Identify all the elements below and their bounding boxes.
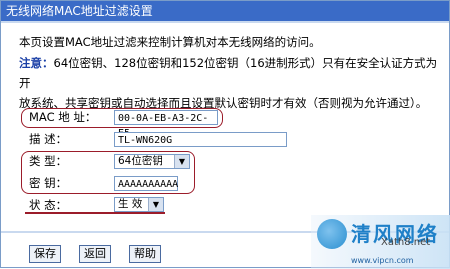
description-row: 描 述：: [29, 130, 107, 148]
watermark-site: Xath8.net: [381, 237, 431, 248]
back-button[interactable]: 返回: [79, 245, 111, 263]
watermark-logo-icon: [317, 219, 347, 249]
description-label: 描 述：: [29, 132, 68, 146]
note-label: 注意：: [19, 56, 54, 70]
note-text: 注意：64位密钥、128位密钥和152位密钥（16进制形式）只有在安全认证方式为…: [19, 53, 439, 113]
status-value: 生 效: [118, 198, 143, 210]
divider: [1, 21, 449, 23]
save-button[interactable]: 保存: [29, 245, 61, 263]
highlight-type-key: [21, 151, 195, 194]
settings-panel: 无线网络MAC地址过滤设置 本页设置MAC地址过滤来控制计算机对本无线网络的访问…: [0, 0, 450, 269]
description-input[interactable]: TL-WN620G: [114, 132, 287, 147]
page-title: 无线网络MAC地址过滤设置: [1, 1, 449, 21]
intro-text: 本页设置MAC地址过滤来控制计算机对本无线网络的访问。: [19, 35, 321, 49]
watermark-url: www.vipcn.com: [351, 256, 414, 265]
status-select[interactable]: 生 效 ▼: [114, 197, 164, 212]
help-button[interactable]: 帮助: [129, 245, 161, 263]
highlight-mac: [21, 108, 223, 128]
highlight-status: [25, 212, 165, 214]
chevron-down-icon[interactable]: ▼: [148, 198, 163, 211]
note-line-1: 64位密钥、128位密钥和152位密钥（16进制形式）只有在安全认证方式为开: [19, 56, 438, 90]
